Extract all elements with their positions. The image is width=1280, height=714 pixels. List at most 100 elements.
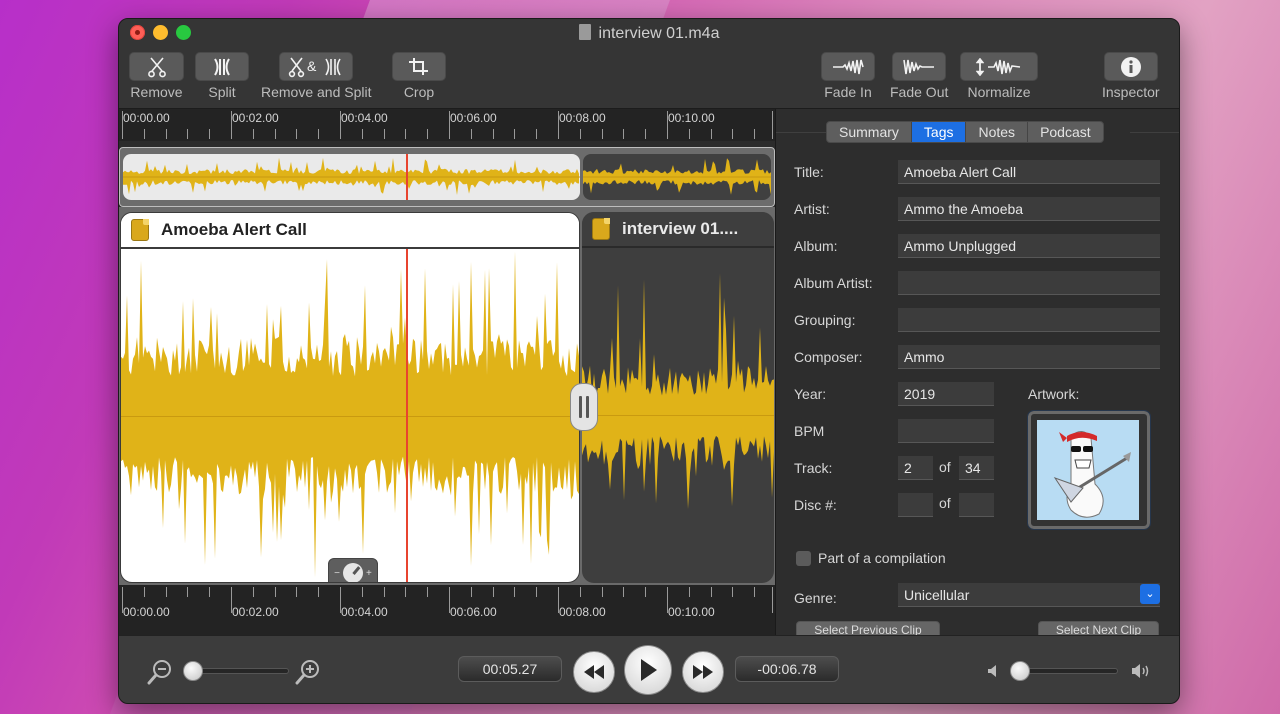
zoom-slider-thumb[interactable] (183, 661, 203, 681)
clip-waveform (582, 273, 774, 510)
ruler-minor-tick (274, 129, 276, 139)
window-title-text: interview 01.m4a (598, 25, 720, 42)
ruler-minor-tick (470, 129, 472, 139)
grouping-label: Grouping: (794, 312, 856, 328)
compilation-checkbox[interactable] (796, 551, 811, 566)
ruler-minor-tick (274, 587, 276, 597)
overview-strip[interactable] (119, 147, 775, 207)
clip-title: Amoeba Alert Call (161, 220, 307, 239)
crop-button[interactable]: Crop (392, 52, 446, 100)
document-icon (578, 24, 591, 40)
ruler-minor-tick (645, 129, 647, 139)
ruler-minor-tick (645, 587, 647, 597)
clip-title: interview 01.... (622, 219, 739, 238)
title-field[interactable]: Amoeba Alert Call (898, 160, 1160, 184)
timeline-ruler-bottom[interactable]: 00:00.00 00:02.00 00:04.00 00:06.00 00:08.00… (119, 585, 775, 635)
ruler-minor-tick (383, 129, 385, 139)
timeline-ruler-top[interactable]: 00:00.00 00:02.00 00:04.00 00:06.00 00:08.00… (119, 109, 775, 141)
transport-bar: 00:05.27 -00:06.78 (119, 635, 1179, 703)
tab-tags[interactable]: Tags (911, 122, 967, 142)
ruler-minor-tick (492, 129, 494, 139)
inspector-tabs: Summary Tags Notes Podcast (826, 121, 1104, 143)
ruler-minor-tick (710, 587, 712, 597)
ruler-minor-tick (427, 587, 429, 597)
fast-forward-button[interactable] (682, 651, 724, 693)
tab-notes[interactable]: Notes (966, 122, 1029, 142)
year-field[interactable]: 2019 (898, 382, 994, 406)
tab-summary[interactable]: Summary (827, 122, 912, 142)
remove-label: Remove (130, 84, 183, 100)
album-artist-label: Album Artist: (794, 275, 873, 291)
gain-knob[interactable]: − + (328, 558, 378, 582)
ruler-tick-label: 00:06.00 (450, 111, 497, 125)
ruler-minor-tick (492, 587, 494, 597)
fade-out-button[interactable]: Fade Out (890, 52, 948, 100)
ruler-minor-tick (405, 129, 407, 139)
disc-number-field[interactable] (898, 493, 933, 517)
fade-out-label: Fade Out (890, 84, 949, 100)
tab-podcast[interactable]: Podcast (1028, 122, 1103, 142)
ruler-tick-label: 00:04.00 (341, 605, 388, 619)
clip-interview-01[interactable]: interview 01.... (582, 212, 774, 583)
zoom-in-icon[interactable] (295, 658, 321, 686)
split-button[interactable]: Split (195, 52, 249, 100)
artist-field[interactable]: Ammo the Amoeba (898, 197, 1160, 221)
chevron-down-icon[interactable]: ⌄ (1140, 584, 1160, 604)
ruler-minor-tick (143, 587, 145, 597)
rewind-button[interactable] (573, 651, 615, 693)
grouping-field[interactable] (898, 308, 1160, 332)
volume-slider-thumb[interactable] (1010, 661, 1030, 681)
ruler-minor-tick (688, 587, 690, 597)
titlebar: interview 01.m4a Remove Split & Remove a… (119, 19, 1179, 109)
fade-in-icon (821, 52, 875, 81)
fade-in-button[interactable]: Fade In (821, 52, 875, 100)
waveform-shape (123, 157, 579, 195)
clip-amoeba-alert-call[interactable]: Amoeba Alert Call − + (120, 212, 580, 583)
remove-and-split-icon: & (279, 52, 354, 81)
playhead[interactable] (406, 249, 408, 582)
app-window: interview 01.m4a Remove Split & Remove a… (118, 18, 1180, 704)
remaining-time: -00:06.78 (735, 656, 839, 682)
bpm-field[interactable] (898, 419, 994, 443)
inspector-button[interactable]: Inspector (1102, 52, 1160, 100)
artwork-well[interactable] (1027, 410, 1151, 530)
track-total-field[interactable]: 34 (959, 456, 994, 480)
genre-select[interactable]: Unicellular (898, 583, 1160, 607)
track-label: Track: (794, 460, 833, 476)
album-field[interactable]: Ammo Unplugged (898, 234, 1160, 258)
ruler-minor-tick (470, 587, 472, 597)
ruler-minor-tick (536, 129, 538, 139)
remove-button[interactable]: Remove (129, 52, 184, 100)
compilation-label: Part of a compilation (818, 550, 946, 566)
ruler-tick-label: 00:10.00 (668, 605, 715, 619)
zoom-out-icon[interactable] (147, 658, 173, 686)
ruler-minor-tick (405, 587, 407, 597)
fade-in-label: Fade In (824, 84, 872, 100)
divider (1130, 132, 1179, 133)
ruler-major-tick (772, 111, 773, 139)
ruler-minor-tick (318, 129, 320, 139)
ruler-minor-tick (601, 587, 603, 597)
track-number-field[interactable]: 2 (898, 456, 933, 480)
play-button[interactable] (624, 645, 672, 695)
ruler-tick-label: 00:08.00 (559, 111, 606, 125)
clip-split-handle[interactable] (570, 383, 598, 431)
rewind-icon (584, 665, 604, 679)
overview-clip-amoeba[interactable] (123, 154, 580, 200)
ruler-minor-tick (601, 129, 603, 139)
remove-and-split-button[interactable]: & Remove and Split (261, 52, 372, 100)
overview-clip-interview[interactable] (583, 154, 771, 200)
ruler-minor-tick (361, 587, 363, 597)
composer-field[interactable]: Ammo (898, 345, 1160, 369)
album-artist-field[interactable] (898, 271, 1160, 295)
album-label: Album: (794, 238, 838, 254)
normalize-button[interactable]: Normalize (960, 52, 1038, 100)
remove-and-split-label: Remove and Split (261, 84, 372, 100)
ruler-minor-tick (514, 129, 516, 139)
disc-total-field[interactable] (959, 493, 994, 517)
waveform-shape (582, 273, 774, 510)
ruler-minor-tick (143, 129, 145, 139)
ruler-minor-tick (361, 129, 363, 139)
bpm-label: BPM (794, 423, 825, 439)
ruler-minor-tick (165, 587, 167, 597)
